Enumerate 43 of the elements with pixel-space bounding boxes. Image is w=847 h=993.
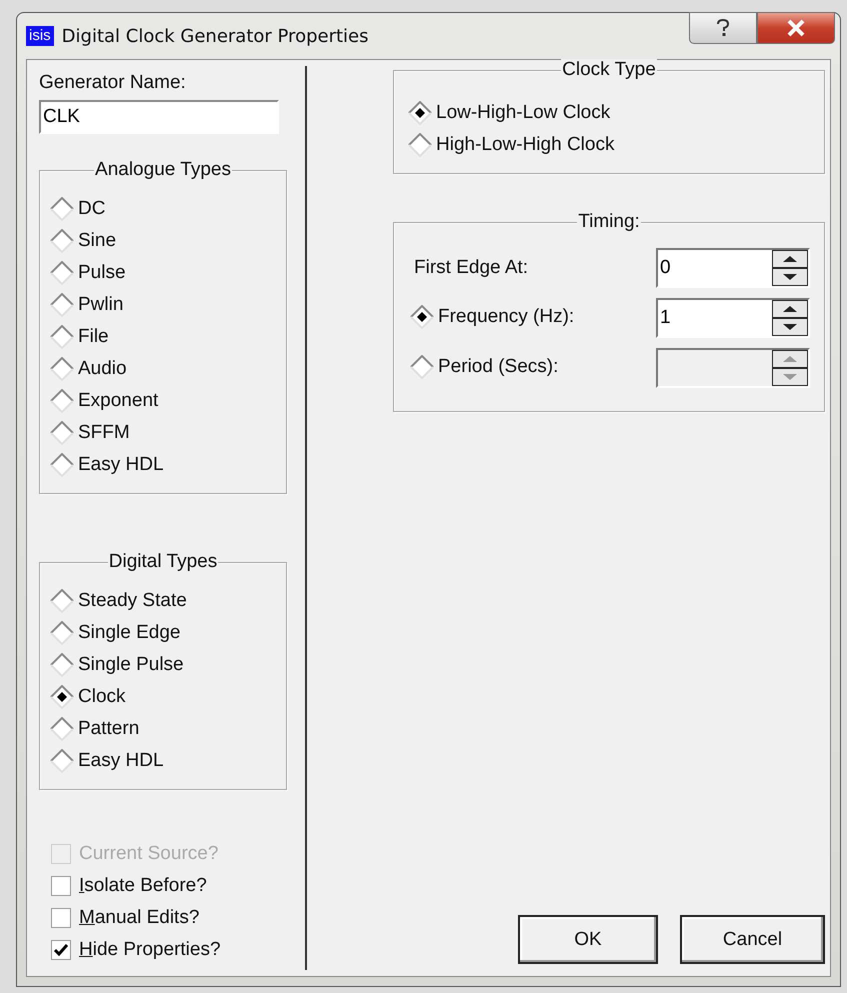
radio-option[interactable]: File	[50, 321, 109, 353]
group-title: Timing:	[577, 211, 641, 233]
close-icon	[786, 19, 806, 37]
radio-option[interactable]: DC	[50, 193, 106, 225]
radio-option[interactable]: SFFM	[50, 417, 130, 449]
ok-button[interactable]: OK	[518, 915, 658, 964]
checkbox[interactable]: Hide Properties?	[51, 934, 221, 966]
window-title: Digital Clock Generator Properties	[62, 26, 368, 46]
app-icon: isis	[26, 26, 54, 46]
checkbox[interactable]: Isolate Before?	[51, 870, 207, 902]
field-label: Generator Name:	[39, 72, 186, 94]
radio-option[interactable]: High-Low-High Clock	[408, 129, 614, 161]
close-button[interactable]	[757, 12, 835, 44]
group-title: Digital Types	[108, 551, 218, 573]
name-field[interactable]: CLK	[39, 100, 279, 134]
radio-option[interactable]: Single Edge	[50, 617, 180, 649]
radio-option[interactable]: Sine	[50, 225, 116, 257]
checkbox[interactable]: Manual Edits?	[51, 902, 200, 934]
radio-option[interactable]: Single Pulse	[50, 649, 184, 681]
radio-option[interactable]: Pwlin	[50, 289, 124, 321]
radio-option[interactable]: Audio	[50, 353, 127, 385]
field-label: First Edge At:	[413, 257, 528, 279]
radio-option[interactable]: Pattern	[50, 713, 140, 745]
help-icon	[715, 18, 731, 38]
group-title: Clock Type	[561, 59, 657, 81]
caret-up-icon[interactable]	[783, 306, 797, 312]
caret-down-icon[interactable]	[783, 274, 797, 280]
spin-field[interactable]: 0	[656, 248, 810, 288]
group-title: Analogue Types	[94, 159, 232, 181]
spin-field[interactable]: 1	[656, 298, 810, 338]
radio-option[interactable]: Easy HDL	[50, 745, 164, 777]
caret-up-icon[interactable]	[783, 256, 797, 262]
radio-option[interactable]: Steady State	[50, 585, 187, 617]
radio-option[interactable]: Pulse	[50, 257, 126, 289]
radio-option[interactable]: Frequency (Hz):	[410, 301, 574, 333]
radio-option[interactable]: Clock	[50, 681, 126, 713]
radio-option[interactable]: Easy HDL	[50, 449, 164, 481]
help-button[interactable]	[689, 12, 757, 44]
radio-option[interactable]: Exponent	[50, 385, 158, 417]
check-icon	[54, 944, 68, 956]
radio-option[interactable]: Low-High-Low Clock	[408, 97, 610, 129]
caret-down-icon[interactable]	[783, 324, 797, 330]
cancel-button[interactable]: Cancel	[680, 915, 825, 964]
